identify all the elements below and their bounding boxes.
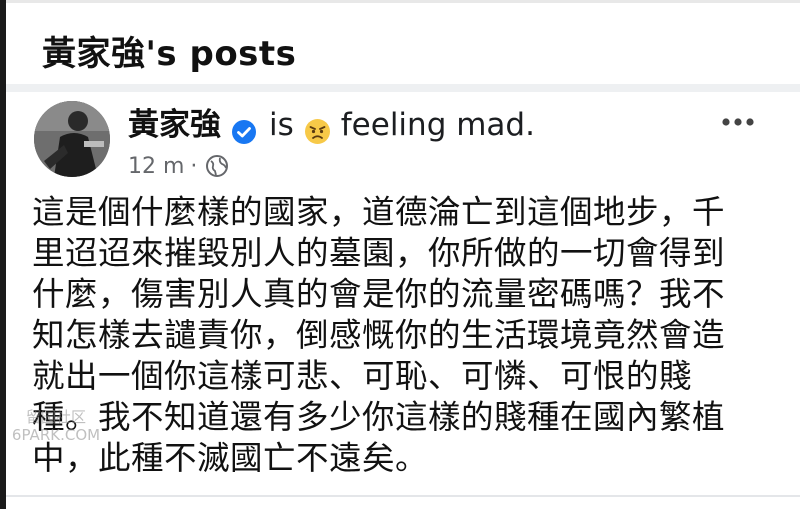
avatar-image bbox=[34, 101, 110, 177]
page-title: 黃家強's posts bbox=[42, 34, 297, 74]
meta-separator: · bbox=[190, 153, 198, 179]
post-body: 這是個什麼樣的國家，道德淪亡到這個地步，千 里迢迢來摧毀別人的墓園，你所做的一切… bbox=[32, 192, 780, 479]
post-timestamp[interactable]: 12 m bbox=[128, 154, 184, 179]
post-meta: 12 m · bbox=[128, 150, 229, 182]
activity-is: is bbox=[269, 107, 294, 143]
section-divider bbox=[6, 84, 800, 92]
post-header: 黃家強 is feeling mad. bbox=[128, 102, 535, 148]
screenshot-frame: 黃家強's posts 黃家強 is feeling mad. 12 m · 這… bbox=[0, 0, 800, 509]
author-name[interactable]: 黃家強 bbox=[128, 102, 221, 148]
more-horizontal-icon bbox=[722, 118, 754, 126]
more-options-button[interactable] bbox=[718, 108, 758, 136]
angry-face-icon bbox=[304, 112, 331, 144]
post-body-line: 知怎樣去譴責你，倒感慨你的生活環境竟然會造 bbox=[32, 316, 726, 354]
top-divider bbox=[6, 0, 800, 3]
post-body-line: 什麼，傷害別人真的會是你的流量密碼嗎？我不 bbox=[32, 275, 726, 313]
post-body-line: 中，此種不滅國亡不遠矣。 bbox=[32, 439, 429, 477]
globe-icon[interactable] bbox=[205, 154, 229, 178]
watermark-line: 6PARK.COM bbox=[11, 426, 101, 444]
watermark-line: 留园社区 bbox=[25, 408, 86, 426]
watermark: 留园社区 6PARK.COM bbox=[10, 408, 102, 448]
verified-badge-icon bbox=[231, 112, 257, 144]
post-body-line: 種。我不知道還有多少你這樣的賤種在國內繁植 bbox=[32, 398, 726, 436]
feeling-text: feeling mad. bbox=[340, 107, 535, 143]
bottom-divider bbox=[6, 495, 800, 497]
post-body-line: 就出一個你這樣可悲、可恥、可憐、可恨的賤 bbox=[32, 357, 693, 395]
left-border bbox=[0, 0, 6, 509]
post-body-line: 里迢迢來摧毀別人的墓園，你所做的一切會得到 bbox=[32, 234, 726, 272]
avatar[interactable] bbox=[34, 101, 110, 177]
post-body-line: 這是個什麼樣的國家，道德淪亡到這個地步，千 bbox=[32, 193, 726, 231]
